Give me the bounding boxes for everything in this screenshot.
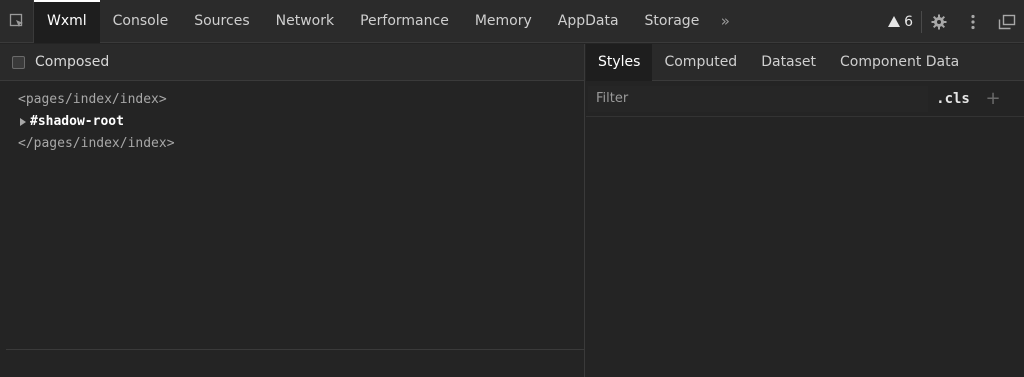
panel-footer bbox=[6, 349, 584, 377]
warning-count: 6 bbox=[904, 13, 913, 30]
tree-node-close-tag[interactable]: </pages/index/index> bbox=[18, 133, 584, 155]
settings-button[interactable] bbox=[922, 0, 956, 43]
inspect-element-button[interactable] bbox=[0, 0, 34, 43]
tab-component-data[interactable]: Component Data bbox=[828, 44, 971, 81]
tab-performance[interactable]: Performance bbox=[347, 0, 462, 43]
tab-memory[interactable]: Memory bbox=[462, 0, 545, 43]
styles-filter-input[interactable] bbox=[588, 85, 928, 112]
tab-styles[interactable]: Styles bbox=[586, 43, 653, 81]
wxml-tree-panel: Composed <pages/index/index> #shadow-roo… bbox=[0, 44, 585, 377]
tree-node-open-tag[interactable]: <pages/index/index> bbox=[18, 89, 584, 111]
more-tabs-button[interactable]: » bbox=[712, 12, 738, 30]
styles-sidebar: Styles Computed Dataset Component Data .… bbox=[586, 43, 1024, 377]
expand-triangle-icon[interactable] bbox=[20, 118, 26, 126]
tab-dataset[interactable]: Dataset bbox=[749, 44, 828, 81]
composed-label: Composed bbox=[35, 54, 110, 70]
undock-button[interactable] bbox=[990, 0, 1024, 43]
more-options-button[interactable] bbox=[956, 0, 990, 43]
tab-network[interactable]: Network bbox=[263, 0, 347, 43]
devtools-tab-bar: Wxml Console Sources Network Performance… bbox=[0, 0, 1024, 43]
composed-toggle-bar: Composed bbox=[0, 44, 584, 81]
sidebar-tabs: Styles Computed Dataset Component Data bbox=[586, 43, 1024, 81]
warnings-counter[interactable]: 6 bbox=[880, 10, 922, 33]
tab-console[interactable]: Console bbox=[100, 0, 182, 43]
new-style-rule-button[interactable]: + bbox=[978, 88, 1008, 109]
warning-icon bbox=[888, 16, 901, 27]
wxml-tree: <pages/index/index> #shadow-root </pages… bbox=[0, 81, 584, 155]
inspect-icon bbox=[9, 13, 23, 27]
tree-node-shadow-root[interactable]: #shadow-root bbox=[18, 111, 584, 133]
tab-computed[interactable]: Computed bbox=[652, 44, 749, 81]
gear-icon bbox=[931, 14, 947, 29]
toolbar-right: 6 bbox=[880, 0, 1024, 43]
cls-button[interactable]: .cls bbox=[928, 91, 978, 107]
tab-wxml[interactable]: Wxml bbox=[34, 0, 100, 43]
tab-appdata[interactable]: AppData bbox=[545, 0, 632, 43]
tab-sources[interactable]: Sources bbox=[181, 0, 262, 43]
composed-checkbox[interactable] bbox=[12, 55, 25, 69]
tab-storage[interactable]: Storage bbox=[632, 0, 713, 43]
shadow-root-label: #shadow-root bbox=[30, 114, 124, 129]
styles-filter-row: .cls + bbox=[586, 81, 1024, 117]
kebab-menu-icon bbox=[971, 14, 975, 29]
undock-icon bbox=[998, 14, 1016, 29]
